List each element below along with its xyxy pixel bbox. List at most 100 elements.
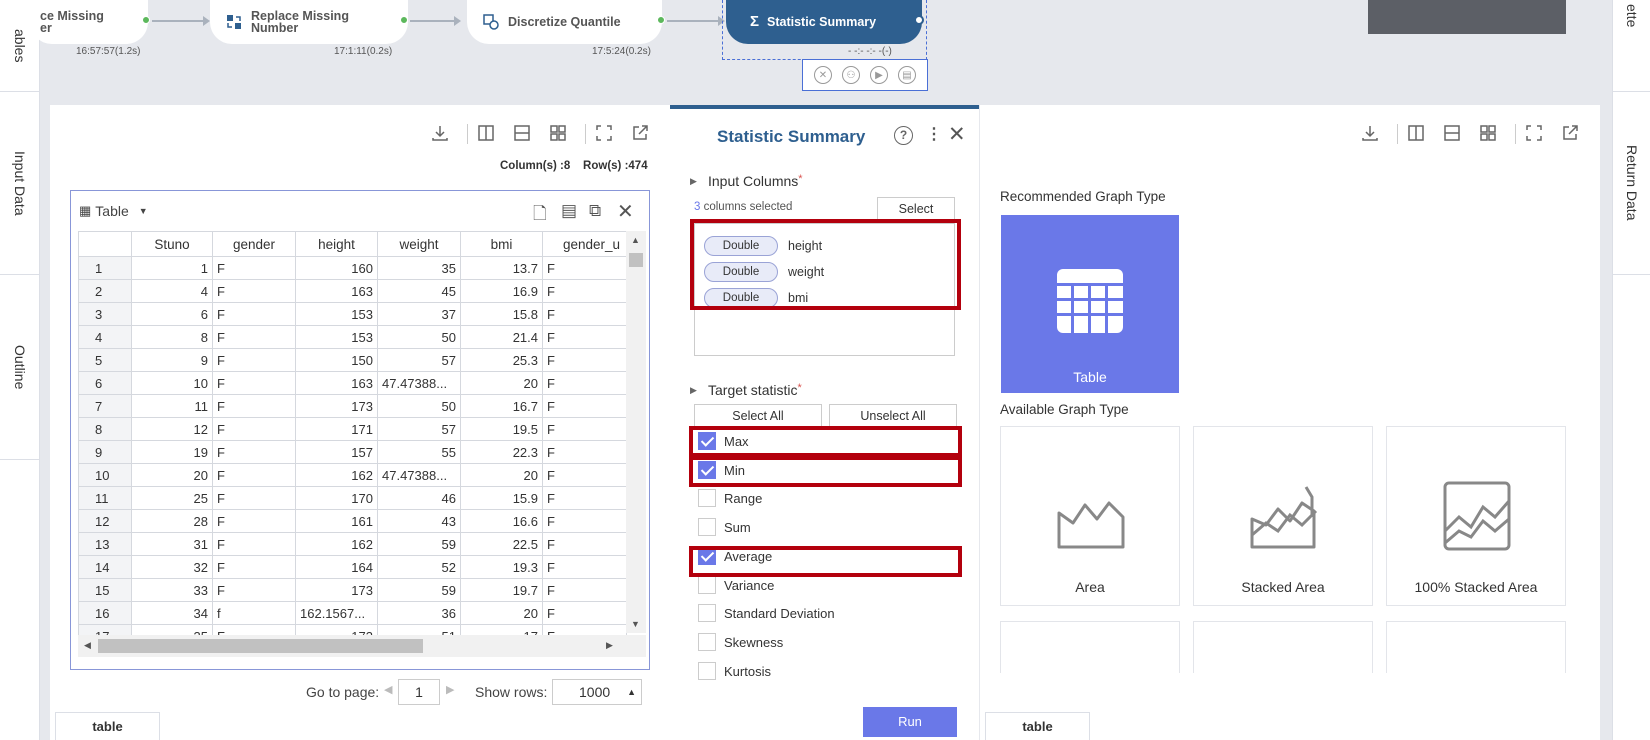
graph-option-table[interactable]: Table [1001,215,1179,393]
select-columns-button[interactable]: Select [877,197,955,221]
tab-table-right[interactable]: table [985,712,1090,740]
horizontal-scrollbar[interactable]: ◀ ▶ [78,635,646,657]
table-row[interactable]: 2 4 F 163 45 16.9 F [78,279,627,303]
page-input[interactable]: 1 [398,679,440,705]
scroll-down-icon[interactable]: ▼ [631,619,640,629]
workflow-node-statistic-summary[interactable]: Σ Statistic Summary [726,0,922,44]
column-header[interactable]: gender_u [542,231,627,257]
table-row[interactable]: 3 6 F 153 37 15.8 F [78,302,627,326]
column-header[interactable]: height [295,231,378,257]
caret-right-icon[interactable]: ▶ [690,385,697,396]
tab-table-left[interactable]: table [55,712,160,740]
grid-layout-icon[interactable] [548,124,568,144]
output-port[interactable] [657,16,665,24]
graph-option-stacked-area[interactable]: Stacked Area [1193,426,1373,606]
play-icon[interactable]: ▶ [870,66,888,84]
panel-title: Statistic Summary [717,127,866,146]
graph-option-area[interactable]: Area [1000,426,1180,606]
download-icon[interactable] [430,124,450,144]
sidebar-tab-palette[interactable]: ette [1613,0,1650,92]
unselect-all-button[interactable]: Unselect All [829,404,957,428]
help-icon[interactable]: ? [894,126,913,145]
graph-option-100-stacked-area[interactable]: 100% Stacked Area [1386,426,1566,606]
table-cell: F [212,555,296,579]
more-vertical-icon[interactable]: ⋮ [926,124,942,144]
table-settings-icon[interactable]: ▤ [561,201,577,221]
scroll-up-icon[interactable]: ▲ [631,235,640,245]
split-vertical-icon[interactable] [1406,124,1426,144]
split-vertical-icon[interactable] [476,124,496,144]
run-button[interactable]: Run [863,707,957,737]
split-horizontal-icon[interactable] [512,124,532,144]
scroll-right-icon[interactable]: ▶ [606,640,613,651]
column-header[interactable]: bmi [460,231,543,257]
sidebar-tab-return-data[interactable]: Return Data [1613,92,1650,275]
scroll-thumb[interactable] [98,639,423,653]
fullscreen-icon[interactable] [594,124,614,144]
sidebar-tab-outline[interactable]: Outline [0,275,40,460]
minimap[interactable] [1368,0,1566,34]
column-header[interactable]: gender [212,231,296,257]
output-port[interactable] [400,16,408,24]
checkbox-skewness[interactable] [698,632,716,651]
sidebar-tab-input-data[interactable]: Input Data [0,92,40,275]
checkbox-sum[interactable] [698,518,716,537]
table-row[interactable]: 1 1 F 160 35 13.7 F [78,256,627,280]
table-cell: 20 [460,463,543,487]
popout-icon[interactable] [630,124,650,144]
table-row[interactable]: 15 33 F 173 59 19.7 F [78,578,627,602]
view-type-dropdown[interactable]: ▦ Table ▼ [79,203,148,219]
table-row[interactable]: 13 31 F 162 59 22.5 F [78,532,627,556]
next-page-icon[interactable]: ▶ [446,683,454,696]
checkbox-variance[interactable] [698,575,716,594]
grid-layout-icon[interactable] [1478,124,1498,144]
close-icon[interactable]: ✕ [948,122,966,147]
stop-icon[interactable]: ✕ [814,66,832,84]
close-icon[interactable]: ✕ [617,199,634,224]
workflow-node-replace-missing-number-2[interactable]: Replace Missing Number [210,0,408,44]
scroll-thumb[interactable] [629,253,643,267]
graph-option[interactable] [1000,621,1180,673]
table-row[interactable]: 9 19 F 157 55 22.3 F [78,440,627,464]
table-row[interactable]: 4 8 F 153 50 21.4 F [78,325,627,349]
clipboard-icon[interactable]: ▤ [898,66,916,84]
table-row[interactable]: 5 9 F 150 57 25.3 F [78,348,627,372]
table-row[interactable]: 16 34 f 162.1567... 36 20 F [78,601,627,625]
output-port[interactable] [142,16,150,24]
copy-icon[interactable]: ⧉ [589,201,601,221]
vertical-scrollbar[interactable]: ▲ ▼ [626,231,646,633]
add-file-icon[interactable]: 🗋 [533,201,547,230]
target-statistic-text: Target statistic [708,382,798,398]
graph-option[interactable] [1193,621,1373,673]
workflow-node-discretize-quantile[interactable]: Discretize Quantile [467,0,662,44]
scroll-left-icon[interactable]: ◀ [84,640,91,651]
rows-per-page-select[interactable]: 1000 ▲ [552,679,642,705]
column-header[interactable]: weight [377,231,461,257]
caret-right-icon[interactable]: ▶ [690,176,697,187]
table-row[interactable]: 8 12 F 171 57 19.5 F [78,417,627,441]
checkbox-label: Sum [724,520,751,536]
checkbox-standard-deviation[interactable] [698,604,716,623]
select-all-button[interactable]: Select All [694,404,822,428]
fullscreen-icon[interactable] [1524,124,1544,144]
run-branch-icon[interactable]: ⚇ [842,66,860,84]
output-port[interactable] [914,15,924,25]
column-header[interactable]: Stuno [131,231,213,257]
graph-option[interactable] [1386,621,1566,673]
checkbox-kurtosis[interactable] [698,661,716,680]
split-horizontal-icon[interactable] [1442,124,1462,144]
download-icon[interactable] [1360,124,1380,144]
table-row[interactable]: 11 25 F 170 46 15.9 F [78,486,627,510]
table-cell: 173 [295,578,378,602]
table-row[interactable]: 7 11 F 173 50 16.7 F [78,394,627,418]
popout-icon[interactable] [1560,124,1580,144]
table-row[interactable]: 14 32 F 164 52 19.3 F [78,555,627,579]
workflow-node-replace-missing-number-1[interactable]: ce Missing er [30,0,148,44]
table-row[interactable]: 10 20 F 162 47.47388... 20 F [78,463,627,487]
table-cell: 150 [295,348,378,372]
checkbox-range[interactable] [698,489,716,508]
table-row[interactable]: 6 10 F 163 47.47388... 20 F [78,371,627,395]
table-row[interactable]: 12 28 F 161 43 16.6 F [78,509,627,533]
prev-page-icon[interactable]: ◀ [384,683,392,696]
table-cell: 19.7 [460,578,543,602]
